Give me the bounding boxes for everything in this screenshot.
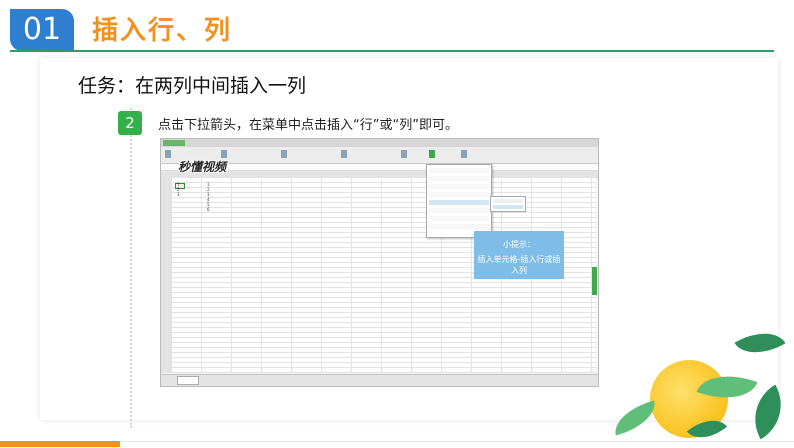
sheet-tab[interactable] [177, 376, 199, 385]
menu-item[interactable] [429, 216, 489, 221]
menu-item-insert-cells[interactable] [429, 200, 489, 205]
dotted-divider [130, 108, 132, 428]
cell-value: 3 [177, 192, 180, 197]
sheet-icon [461, 150, 467, 158]
submenu-item-insert-row[interactable] [493, 199, 523, 203]
number-format-icon [341, 150, 347, 158]
tip-text: 插入单元格-插入行或插入列 [477, 255, 561, 275]
align-icon [281, 150, 287, 158]
cell-value: 6 [207, 207, 210, 212]
insert-submenu[interactable] [490, 196, 526, 212]
section-number: 01 [10, 9, 74, 51]
section-title: 插入行、列 [92, 16, 233, 46]
step-instruction: 点击下拉箭头，在菜单中点击插入“行”或“列”即可。 [158, 118, 458, 133]
watermark-logo: 秒懂视频 [178, 160, 227, 174]
menu-item[interactable] [429, 192, 489, 197]
formula-bar [161, 164, 598, 171]
bottom-accent-bar [0, 441, 120, 447]
menu-item[interactable] [429, 208, 489, 213]
menu-item[interactable] [429, 224, 489, 229]
submenu-item-insert-column[interactable] [493, 205, 523, 209]
font-icon [221, 150, 227, 158]
sheet-tabs-bar [161, 374, 598, 386]
tip-box: 小提示： 插入单元格-插入行或插入列 [474, 231, 564, 279]
step-badge: 2 [118, 111, 142, 135]
menu-item[interactable] [429, 184, 489, 189]
menu-item[interactable] [429, 168, 489, 173]
tip-title: 小提示： [503, 240, 535, 249]
insert-rows-cols-icon [429, 150, 435, 158]
insert-dropdown-menu[interactable] [426, 164, 492, 238]
paste-icon [165, 150, 171, 158]
menu-item[interactable] [429, 176, 489, 181]
scrollbar-marker[interactable] [592, 267, 597, 295]
task-heading: 任务：在两列中间插入一列 [78, 75, 307, 97]
app-titlebar [161, 139, 598, 147]
header-divider [10, 50, 774, 52]
sum-icon [401, 150, 407, 158]
app-tab-active [163, 140, 185, 146]
